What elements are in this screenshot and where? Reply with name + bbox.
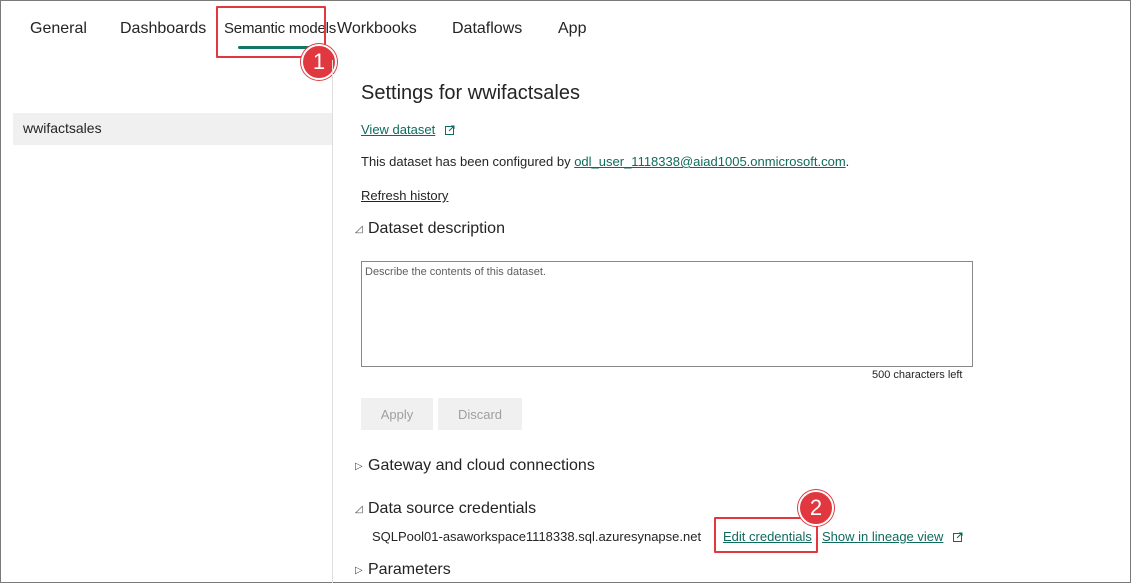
left-pane: wwifactsales	[0, 60, 333, 583]
lineage-view-row: Show in lineage view	[822, 529, 963, 545]
dataset-description-toggle[interactable]: ◿ Dataset description	[355, 220, 505, 238]
credentials-heading: Data source credentials	[368, 500, 537, 517]
source-name: SQLPool01-asaworkspace1118338.sql.azures…	[372, 529, 702, 544]
external-link-icon[interactable]	[953, 530, 963, 545]
chars-left-counter: 500 characters left	[872, 369, 963, 381]
discard-button[interactable]: Discard	[438, 398, 522, 430]
show-lineage-view-link[interactable]: Show in lineage view	[822, 529, 943, 544]
configured-by-text: This dataset has been configured by odl_…	[361, 154, 849, 169]
configured-prefix: This dataset has been configured by	[361, 154, 575, 169]
page-title: Settings for wwifactsales	[361, 82, 580, 104]
left-pane-item-wwifactsales[interactable]: wwifactsales	[13, 113, 332, 145]
tab-general[interactable]: General	[30, 20, 87, 38]
callout-badge-2: 2	[798, 490, 834, 526]
expand-triangle-icon: ▷	[355, 460, 363, 472]
gateway-section-toggle[interactable]: ▷ Gateway and cloud connections	[355, 457, 595, 475]
configured-user-link[interactable]: odl_user_1118338@aiad1005.onmicrosoft.co…	[574, 154, 845, 169]
collapse-triangle-icon: ◿	[355, 223, 363, 235]
view-dataset-link[interactable]: View dataset	[361, 122, 435, 137]
settings-panel: Settings for wwifactsales View dataset T…	[355, 0, 1131, 583]
dataset-description-heading: Dataset description	[368, 220, 505, 237]
dataset-description-input[interactable]: Describe the contents of this dataset.	[361, 261, 973, 367]
expand-triangle-icon: ▷	[355, 564, 363, 576]
gateway-heading: Gateway and cloud connections	[368, 457, 595, 474]
refresh-history-row: Refresh history	[361, 188, 448, 203]
parameters-section-toggle[interactable]: ▷ Parameters	[355, 561, 451, 579]
parameters-heading: Parameters	[368, 561, 451, 578]
view-dataset-row: View dataset	[361, 122, 455, 138]
collapse-triangle-icon: ◿	[355, 503, 363, 515]
callout-box-edit-credentials	[714, 517, 818, 553]
external-link-icon[interactable]	[444, 123, 455, 138]
description-placeholder: Describe the contents of this dataset.	[365, 266, 546, 278]
apply-button[interactable]: Apply	[361, 398, 433, 430]
configured-suffix: .	[845, 154, 850, 169]
refresh-history-link[interactable]: Refresh history	[361, 188, 448, 203]
credentials-section-toggle[interactable]: ◿ Data source credentials	[355, 500, 536, 518]
tab-dashboards[interactable]: Dashboards	[120, 20, 206, 38]
